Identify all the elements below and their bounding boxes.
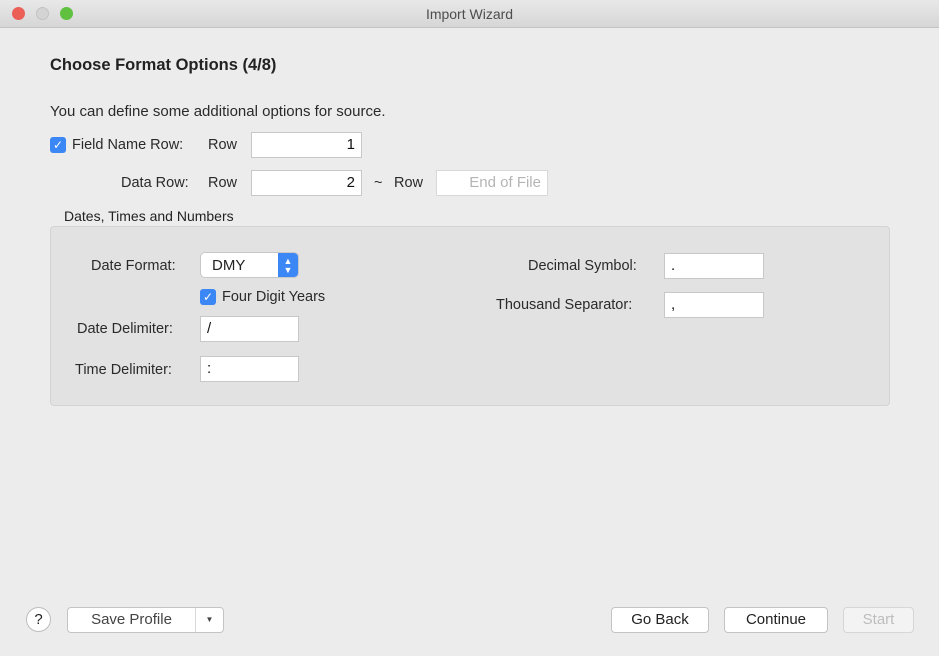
description: You can define some additional options f…: [50, 103, 386, 120]
field-name-row-label: Field Name Row:: [72, 137, 184, 153]
thousand-separator-label: Thousand Separator:: [496, 297, 633, 313]
dropdown-arrow-icon[interactable]: ▼: [196, 608, 223, 632]
save-profile-button-group: Save Profile ▼: [67, 607, 224, 633]
range-tilde: ~: [374, 175, 383, 191]
save-profile-button[interactable]: Save Profile: [68, 608, 196, 632]
decimal-symbol-input[interactable]: .: [664, 253, 764, 279]
date-format-label: Date Format:: [91, 258, 176, 274]
field-name-row-input[interactable]: 1: [251, 132, 362, 158]
four-digit-years-checkbox[interactable]: ✓: [200, 289, 216, 305]
checkmark-icon: ✓: [202, 290, 214, 304]
date-delimiter-label: Date Delimiter:: [77, 321, 173, 337]
date-format-value: DMY: [212, 257, 246, 274]
time-delimiter-input[interactable]: :: [200, 356, 299, 382]
help-button[interactable]: ?: [26, 607, 51, 632]
continue-button[interactable]: Continue: [724, 607, 828, 633]
data-row-end-input[interactable]: End of File: [436, 170, 548, 196]
decimal-symbol-label: Decimal Symbol:: [528, 258, 637, 274]
four-digit-years-label: Four Digit Years: [222, 289, 326, 305]
end-row-label: Row: [394, 175, 424, 191]
checkmark-icon: ✓: [52, 138, 64, 152]
page-title: Choose Format Options (4/8): [50, 56, 277, 74]
dates-times-numbers-group: [50, 226, 890, 406]
chevron-updown-icon: ▲ ▼: [278, 253, 298, 277]
data-row-label: Data Row:: [121, 175, 189, 191]
thousand-separator-input[interactable]: ,: [664, 292, 764, 318]
date-delimiter-input[interactable]: /: [200, 316, 299, 342]
row-label: Row: [208, 137, 238, 153]
time-delimiter-label: Time Delimiter:: [75, 362, 172, 378]
group-title: Dates, Times and Numbers: [64, 208, 234, 224]
title-bar: Import Wizard: [0, 0, 939, 28]
start-button[interactable]: Start: [843, 607, 914, 633]
row-label: Row: [208, 175, 238, 191]
go-back-button[interactable]: Go Back: [611, 607, 709, 633]
date-format-select[interactable]: DMY ▲ ▼: [200, 252, 299, 278]
field-name-row-checkbox[interactable]: ✓: [50, 137, 66, 153]
data-row-start-input[interactable]: 2: [251, 170, 362, 196]
window-title: Import Wizard: [425, 6, 514, 22]
